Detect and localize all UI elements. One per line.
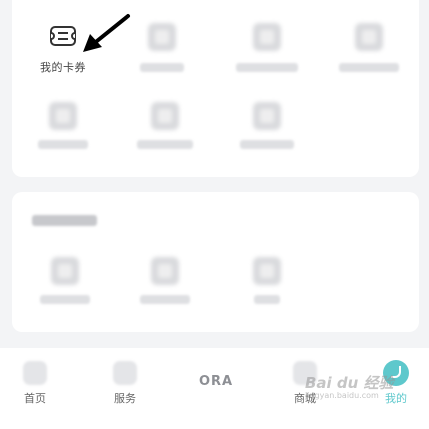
blurred-label: [236, 63, 298, 72]
blurred-icon: [253, 257, 281, 285]
grid-item-blurred[interactable]: [217, 19, 317, 79]
watermark-brand: Bai du 经验: [305, 374, 394, 392]
grid-item-blurred[interactable]: [13, 100, 113, 160]
blurred-label: [140, 295, 190, 304]
grid-item-blurred[interactable]: [217, 100, 317, 160]
grid-item-blurred[interactable]: [115, 255, 215, 315]
grid-item-label: 我的卡券: [40, 61, 86, 74]
ticket-icon: [48, 21, 78, 51]
blurred-label: [140, 63, 184, 72]
blurred-icon: [355, 23, 383, 51]
blurred-icon: [253, 102, 281, 130]
blurred-icon: [148, 23, 176, 51]
blurred-label: [38, 140, 88, 149]
grid-item-blurred[interactable]: [115, 100, 215, 160]
blurred-icon: [51, 257, 79, 285]
top-feature-card: 我的卡券: [12, 0, 419, 177]
ora-logo[interactable]: ORA: [186, 362, 246, 396]
grid-item-blurred[interactable]: [15, 255, 115, 315]
tab-home[interactable]: 首页: [5, 348, 65, 418]
blurred-icon: [151, 102, 179, 130]
grid-item-blurred[interactable]: [217, 255, 317, 315]
grid-item-blurred[interactable]: [319, 19, 419, 79]
blurred-icon: [151, 257, 179, 285]
blurred-label: [40, 295, 90, 304]
tab-label: 服务: [114, 392, 136, 405]
blurred-label: [254, 295, 280, 304]
heart-icon: [113, 361, 137, 385]
blurred-icon: [253, 23, 281, 51]
home-icon: [23, 361, 47, 385]
tab-label: 首页: [24, 392, 46, 405]
blurred-label: [339, 63, 399, 72]
baidu-watermark: Bai du 经验 jingyan.baidu.com: [305, 372, 425, 412]
watermark-domain: jingyan.baidu.com: [305, 391, 379, 400]
blurred-label: [137, 140, 193, 149]
blurred-label: [240, 140, 294, 149]
tab-service[interactable]: 服务: [95, 348, 155, 418]
section-title-blurred: [32, 215, 97, 226]
blurred-icon: [49, 102, 77, 130]
pointer-arrow-icon: [80, 12, 132, 54]
secondary-card: [12, 192, 419, 332]
